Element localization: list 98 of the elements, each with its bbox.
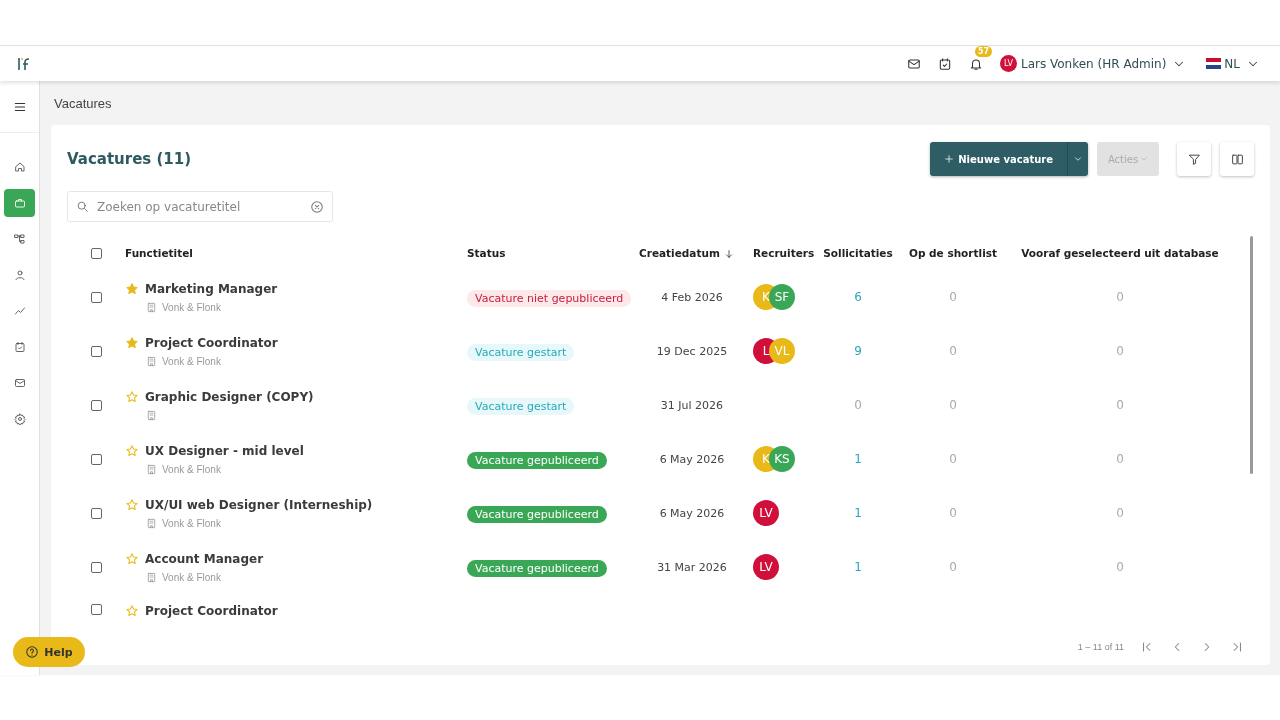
job-title[interactable]: Project Coordinator <box>145 604 278 618</box>
status-badge: Vacature gestart <box>467 397 575 415</box>
search-icon <box>76 200 89 213</box>
company-name: Vonk & Flonk <box>162 463 221 475</box>
last-page-icon <box>1230 639 1244 654</box>
mail-icon <box>13 377 26 389</box>
company-name: Vonk & Flonk <box>162 355 221 367</box>
table-cell-text: 0 <box>1115 344 1125 358</box>
table-cell-text: 0 <box>1115 290 1125 304</box>
table-cell-text: 0 <box>948 290 958 304</box>
table-cell-text: 0 <box>1115 398 1125 412</box>
company-name: Vonk & Flonk <box>162 571 221 583</box>
table-cell-text: 6 May 2026 <box>658 506 726 520</box>
bell-icon <box>968 56 983 71</box>
clear-icon <box>310 199 324 214</box>
hierarchy-icon <box>13 233 26 245</box>
line-chart-icon <box>13 305 26 317</box>
filter-icon <box>1187 152 1201 166</box>
table-cell-text: 6 May 2026 <box>658 452 726 466</box>
table-cell-text: 0 <box>1115 560 1125 574</box>
help-icon <box>25 645 40 659</box>
checkbox[interactable] <box>90 399 102 411</box>
recruiter-avatar: LV <box>753 554 779 580</box>
checkbox[interactable] <box>90 345 102 357</box>
table-cell-text: 4 Feb 2026 <box>660 290 724 304</box>
language-menu[interactable]: NL <box>1200 56 1260 71</box>
plus-icon <box>944 154 955 164</box>
home-icon <box>13 161 26 173</box>
scrollbar[interactable] <box>1250 236 1253 474</box>
building-icon <box>146 409 157 421</box>
building-icon <box>146 463 157 475</box>
chevron-down-icon <box>1140 155 1149 163</box>
checkbox[interactable] <box>90 507 102 519</box>
checkbox[interactable] <box>90 561 102 573</box>
recruiter-avatar: SF <box>769 284 795 310</box>
checkbox[interactable] <box>90 453 102 465</box>
company-name: Vonk & Flonk <box>162 301 221 313</box>
calendar-check-icon <box>13 341 26 353</box>
recruiter-avatar: LV <box>753 500 779 526</box>
table-cell-text: 31 Jul 2026 <box>659 398 725 412</box>
status-badge: Vacature gepubliceerd <box>467 451 607 469</box>
help-button[interactable]: Help <box>13 637 85 667</box>
job-title[interactable]: UX/UI web Designer (Interneship) <box>145 497 373 512</box>
table-cell-text: 31 Mar 2026 <box>656 560 728 574</box>
recruiter-avatar: VL <box>769 338 795 364</box>
building-icon <box>146 571 157 583</box>
status-badge: Vacature gepubliceerd <box>467 559 607 577</box>
breadcrumb: Vacatures <box>53 94 113 113</box>
table-cell: 0 <box>854 398 862 412</box>
company-name: Vonk & Flonk <box>162 517 221 529</box>
table-cell-text: 0 <box>948 344 958 358</box>
table-cell-text: 19 Dec 2025 <box>655 344 729 358</box>
table-cell-text: 0 <box>1115 452 1125 466</box>
checkbox[interactable] <box>90 247 102 259</box>
flag-icon <box>1206 58 1222 69</box>
table-cell-text: 0 <box>948 398 958 412</box>
status-badge: Vacature gepubliceerd <box>467 505 607 523</box>
column-header[interactable]: Sollicitaties <box>823 247 893 259</box>
building-icon <box>146 355 157 367</box>
job-title[interactable]: Marketing Manager <box>145 281 278 296</box>
user-menu[interactable]: LV Lars Vonken (HR Admin) <box>999 55 1187 72</box>
job-title[interactable]: Account Manager <box>145 551 264 566</box>
filter-button[interactable] <box>1177 142 1211 176</box>
checkbox[interactable] <box>90 604 102 615</box>
checkbox[interactable] <box>90 291 102 303</box>
job-title[interactable]: UX Designer - mid level <box>145 443 304 458</box>
search-box[interactable]: Zoeken op vacaturetitel <box>67 191 333 222</box>
pagination-range: 1 – 11 of 11 <box>1077 641 1124 652</box>
column-header[interactable]: Recruiters <box>753 247 815 259</box>
column-header[interactable]: Creatiedatum <box>639 247 720 259</box>
page-title: Vacatures (11) <box>67 150 193 168</box>
logo <box>16 55 32 72</box>
person-icon <box>13 269 26 281</box>
column-header[interactable]: Functietitel <box>125 247 193 259</box>
column-header[interactable]: Op de shortlist <box>909 247 997 259</box>
briefcase-icon <box>13 197 26 209</box>
notification-badge: 57 <box>974 45 993 57</box>
column-header[interactable]: Vooraf geselecteerd uit database <box>1021 247 1219 259</box>
status-badge: Vacature niet gepubliceerd <box>467 289 632 307</box>
building-icon <box>146 301 157 313</box>
job-title[interactable]: Project Coordinator <box>145 335 278 350</box>
building-icon <box>146 517 157 529</box>
columns-button[interactable] <box>1220 142 1254 176</box>
recruiter-avatar: KS <box>769 446 795 472</box>
table-cell-text: 0 <box>1115 506 1125 520</box>
user-avatar: LV <box>999 55 1017 72</box>
status-badge: Vacature gestart <box>467 343 575 361</box>
columns-icon <box>1230 152 1244 166</box>
column-header[interactable]: Status <box>467 247 506 259</box>
table-cell-text: 0 <box>948 452 958 466</box>
first-page-icon <box>1140 639 1154 654</box>
mail-icon <box>906 56 921 71</box>
chevron-down-icon <box>1073 154 1083 164</box>
job-title[interactable]: Graphic Designer (COPY) <box>145 389 314 404</box>
table-cell-text: 0 <box>948 560 958 574</box>
settings-icon <box>13 413 26 425</box>
calendar-check-icon <box>937 56 952 71</box>
table-cell-text: 0 <box>948 506 958 520</box>
